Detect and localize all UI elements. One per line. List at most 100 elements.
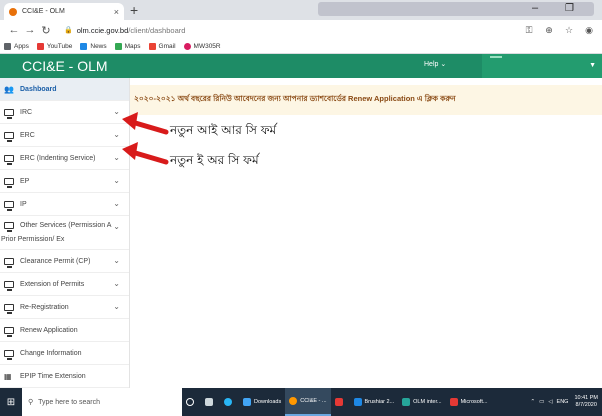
sidebar-item-label: Re-Registration: [20, 303, 69, 311]
monitor-icon: [4, 257, 14, 268]
monitor-icon: [4, 131, 14, 142]
monitor-icon: [4, 200, 14, 211]
taskbar-item-label: CCI&E - ...: [300, 398, 327, 404]
notice-text: ২০২০-২০২১ অর্থ বছরের রিনিউ আবেদনের জন্য …: [134, 94, 456, 103]
bookmark-star-icon[interactable]: ☆: [562, 25, 576, 36]
taskbar-downloads[interactable]: Downloads: [239, 388, 285, 416]
taskbar-olm-inter[interactable]: OLM inter...: [398, 388, 445, 416]
sidebar-item-ip[interactable]: IP ⌄: [0, 193, 129, 216]
caret-down-icon: ▼: [589, 62, 596, 69]
sidebar-item-extension-of-permits[interactable]: Extension of Permits ⌄: [0, 273, 129, 296]
taskbar-search-input[interactable]: ⚲ Type here to search: [22, 388, 182, 416]
chevron-down-icon: ⌄: [113, 199, 120, 208]
taskbar-clock[interactable]: 10:41 PM 8/7/2020: [574, 395, 598, 409]
windows-taskbar: ⊞ ⚲ Type here to search Downloads CCI&E …: [0, 388, 602, 416]
sidebar-item-erc[interactable]: ERC ⌄: [0, 124, 129, 147]
url-path: /client/dashboard: [128, 25, 186, 35]
edge-app-icon[interactable]: [220, 388, 239, 416]
mw305r-icon: [183, 43, 191, 50]
news-icon: [80, 43, 88, 50]
windows-start-icon[interactable]: ⊞: [0, 388, 22, 416]
bookmark-gmail[interactable]: Gmail: [148, 43, 176, 50]
user-menu[interactable]: ▼: [482, 54, 602, 78]
taskbar-chrome-ccie[interactable]: CCI&E - ...: [285, 388, 331, 416]
key-icon[interactable]: ⚿: [522, 25, 536, 36]
cortana-icon[interactable]: [182, 388, 201, 416]
chevron-down-icon: ⌄: [113, 256, 120, 265]
browser-tab-strip: CCI&E - OLM × + – ❐: [0, 0, 602, 20]
help-dropdown[interactable]: Help ⌄: [424, 60, 446, 68]
search-icon: ⚲: [28, 399, 34, 406]
sidebar-item-other-services[interactable]: Other Services (Permission A Prior Permi…: [0, 216, 129, 250]
red-arrow-erc-icon: [122, 142, 169, 165]
monitor-icon: [4, 154, 14, 165]
sidebar-item-ep[interactable]: EP ⌄: [0, 170, 129, 193]
youtube-icon: [36, 43, 44, 50]
sidebar-item-clearance-permit[interactable]: Clearance Permit (CP) ⌄: [0, 250, 129, 273]
site-favicon-icon: [9, 7, 17, 16]
paint-icon: [402, 398, 411, 406]
app-brand[interactable]: CCI&E - OLM: [22, 54, 108, 78]
tab-ccie-olm[interactable]: CCI&E - OLM ×: [4, 3, 124, 20]
new-tab-button[interactable]: +: [130, 2, 138, 18]
tab-close-icon[interactable]: ×: [114, 7, 119, 17]
sidebar-nav: 👥 Dashboard IRC ⌄ ERC ⌄ ERC (Indenting S…: [0, 78, 130, 388]
forward-arrow-icon[interactable]: →: [22, 24, 38, 36]
sidebar-item-re-registration[interactable]: Re-Registration ⌄: [0, 296, 129, 319]
user-name-placeholder: [490, 56, 502, 58]
reload-icon[interactable]: ↻: [38, 24, 54, 37]
bookmark-youtube[interactable]: YouTube: [36, 43, 73, 50]
taskbar-app-red[interactable]: [331, 388, 350, 416]
chevron-down-icon: ⌄: [113, 176, 120, 185]
bookmark-news[interactable]: News: [80, 43, 107, 50]
taskbar-word-doc[interactable]: Brushiar 2...: [350, 388, 399, 416]
callout-new-erc-form: নতুন ই অর সি ফর্ম: [170, 153, 259, 167]
monitor-icon: [4, 326, 14, 337]
bookmark-apps[interactable]: Apps: [4, 43, 29, 50]
network-icon[interactable]: ▭: [539, 399, 544, 405]
volume-icon[interactable]: ◁: [548, 399, 552, 405]
sidebar-item-epip-time-extension[interactable]: ▦ EPIP Time Extension: [0, 365, 129, 388]
office-icon: [449, 398, 458, 406]
maximize-window-button[interactable]: ❐: [565, 3, 574, 14]
app-header: CCI&E - OLM Help ⌄ ▼: [0, 54, 602, 78]
renew-notice-banner[interactable]: ২০২০-২০২১ অর্থ বছরের রিনিউ আবেদনের জন্য …: [130, 85, 602, 115]
language-indicator[interactable]: ENG: [557, 399, 569, 405]
sidebar-item-label: EPIP Time Extension: [20, 372, 86, 380]
sidebar-item-label: IRC: [20, 108, 33, 116]
bookmark-label: YouTube: [46, 43, 73, 50]
sidebar-item-label: IP: [20, 200, 27, 208]
monitor-icon: [4, 303, 14, 314]
sidebar-item-erc-indenting[interactable]: ERC (Indenting Service) ⌄: [0, 147, 129, 170]
sidebar-item-label: ERC (Indenting Service): [20, 154, 96, 162]
monitor-icon: [4, 349, 14, 360]
back-arrow-icon[interactable]: ←: [6, 24, 22, 36]
bookmark-label: News: [90, 43, 107, 50]
sidebar-item-label: EP: [20, 177, 30, 185]
sidebar-item-irc[interactable]: IRC ⌄: [0, 101, 129, 124]
profile-avatar-icon[interactable]: ◉: [582, 25, 596, 36]
callout-new-irc-form: নতুন আই আর সি ফর্ম: [170, 123, 277, 137]
tray-chevron-icon[interactable]: ⌃: [530, 399, 535, 405]
address-bar[interactable]: 🔒 olm.ccie.gov.bd/client/dashboard: [58, 22, 516, 38]
taskbar-item-label: Microsoft...: [460, 399, 488, 405]
calendar-icon: ▦: [4, 371, 12, 381]
sidebar-item-renew-application[interactable]: Renew Application: [0, 319, 129, 342]
monitor-icon: [4, 222, 14, 232]
bookmark-label: Maps: [124, 43, 141, 50]
browser-toolbar: ← → ↻ 🔒 olm.ccie.gov.bd/client/dashboard…: [0, 20, 602, 40]
sidebar-item-change-information[interactable]: Change Information: [0, 342, 129, 365]
task-view-icon[interactable]: [201, 388, 220, 416]
chevron-down-icon: ⌄: [113, 222, 120, 231]
minimize-window-button[interactable]: –: [532, 2, 538, 14]
lock-icon: 🔒: [64, 27, 73, 34]
chevron-down-icon: ⌄: [113, 302, 120, 311]
download-icon: [243, 398, 251, 406]
zoom-icon[interactable]: ⊕: [542, 25, 556, 36]
sidebar-item-dashboard[interactable]: 👥 Dashboard: [0, 78, 129, 101]
sidebar-item-label: Dashboard: [20, 85, 57, 93]
bookmark-mw305r[interactable]: MW305R: [183, 43, 221, 50]
taskbar-microsoft[interactable]: Microsoft...: [446, 388, 492, 416]
bookmark-maps[interactable]: Maps: [114, 43, 141, 50]
taskbar-item-label: Downloads: [254, 399, 282, 405]
